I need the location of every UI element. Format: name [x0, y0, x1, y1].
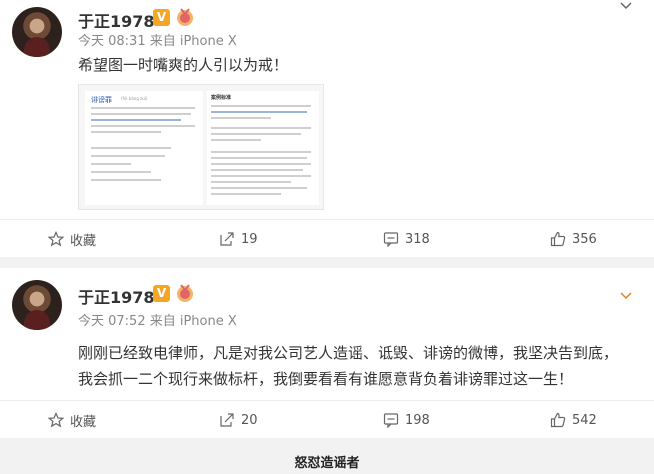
share-button[interactable]: 19 — [219, 220, 258, 258]
comment-count: 198 — [405, 412, 430, 428]
post-meta: 今天 07:52 来自 iPhone X — [78, 314, 237, 329]
image-pinyin: (fěi bàng zuì) — [121, 96, 148, 101]
comment-icon — [383, 232, 399, 247]
weibo-post-2: 于正1978 V 今天 07:52 来自 iPhone X 刚刚已经致电律师，凡… — [0, 268, 654, 438]
comment-button[interactable]: 318 — [383, 220, 430, 258]
share-button[interactable]: 20 — [219, 401, 258, 439]
share-count: 20 — [241, 412, 258, 428]
star-icon — [48, 412, 64, 428]
image-title: 案例标准 — [211, 95, 232, 101]
favorite-button[interactable]: 收藏 — [48, 401, 96, 439]
author-name[interactable]: 于正1978 — [78, 284, 155, 308]
like-button[interactable]: 356 — [550, 220, 597, 258]
like-count: 356 — [572, 231, 597, 247]
favorite-button[interactable]: 收藏 — [48, 220, 96, 258]
comment-count: 318 — [405, 231, 430, 247]
post-image[interactable]: 诽谤罪 (fěi bàng zuì) 案例标准 — [78, 84, 324, 210]
action-bar: 收藏 19 318 356 — [0, 219, 654, 257]
weibo-post-1: 于正1978 V 今天 08:31 来自 iPhone X 希望图一时嘴爽的人引… — [0, 0, 654, 257]
like-count: 542 — [572, 412, 597, 428]
post-meta: 今天 08:31 来自 iPhone X — [78, 34, 237, 49]
image-caption: 怒怼造谣者 — [294, 456, 360, 471]
image-title: 诽谤罪 — [91, 96, 112, 104]
avatar[interactable] — [12, 280, 62, 330]
comment-icon — [383, 413, 399, 428]
like-icon — [550, 231, 566, 247]
action-bar: 收藏 20 198 542 — [0, 400, 654, 438]
chevron-down-icon[interactable] — [620, 290, 632, 302]
share-icon — [220, 232, 234, 246]
favorite-label: 收藏 — [70, 414, 97, 430]
medal-icon — [177, 284, 193, 302]
author-name[interactable]: 于正1978 — [78, 8, 155, 32]
star-icon — [48, 231, 64, 247]
verified-icon: V — [153, 9, 170, 26]
like-button[interactable]: 542 — [550, 401, 597, 439]
like-icon — [550, 412, 566, 428]
post-text: 刚刚已经致电律师，凡是对我公司艺人造谣、诋毁、诽谤的微博，我坚决告到底，我会抓一… — [78, 344, 619, 388]
verified-icon: V — [153, 285, 170, 302]
medal-icon — [177, 8, 193, 26]
post-text: 希望图一时嘴爽的人引以为戒！ — [78, 56, 289, 74]
share-icon — [220, 413, 234, 427]
comment-button[interactable]: 198 — [383, 401, 430, 439]
chevron-down-icon[interactable] — [620, 0, 632, 12]
share-count: 19 — [241, 231, 258, 247]
image-panel-case: 案例标准 — [207, 91, 319, 205]
favorite-label: 收藏 — [70, 233, 97, 249]
image-panel-definition: 诽谤罪 (fěi bàng zuì) — [85, 91, 203, 205]
avatar[interactable] — [12, 7, 62, 57]
